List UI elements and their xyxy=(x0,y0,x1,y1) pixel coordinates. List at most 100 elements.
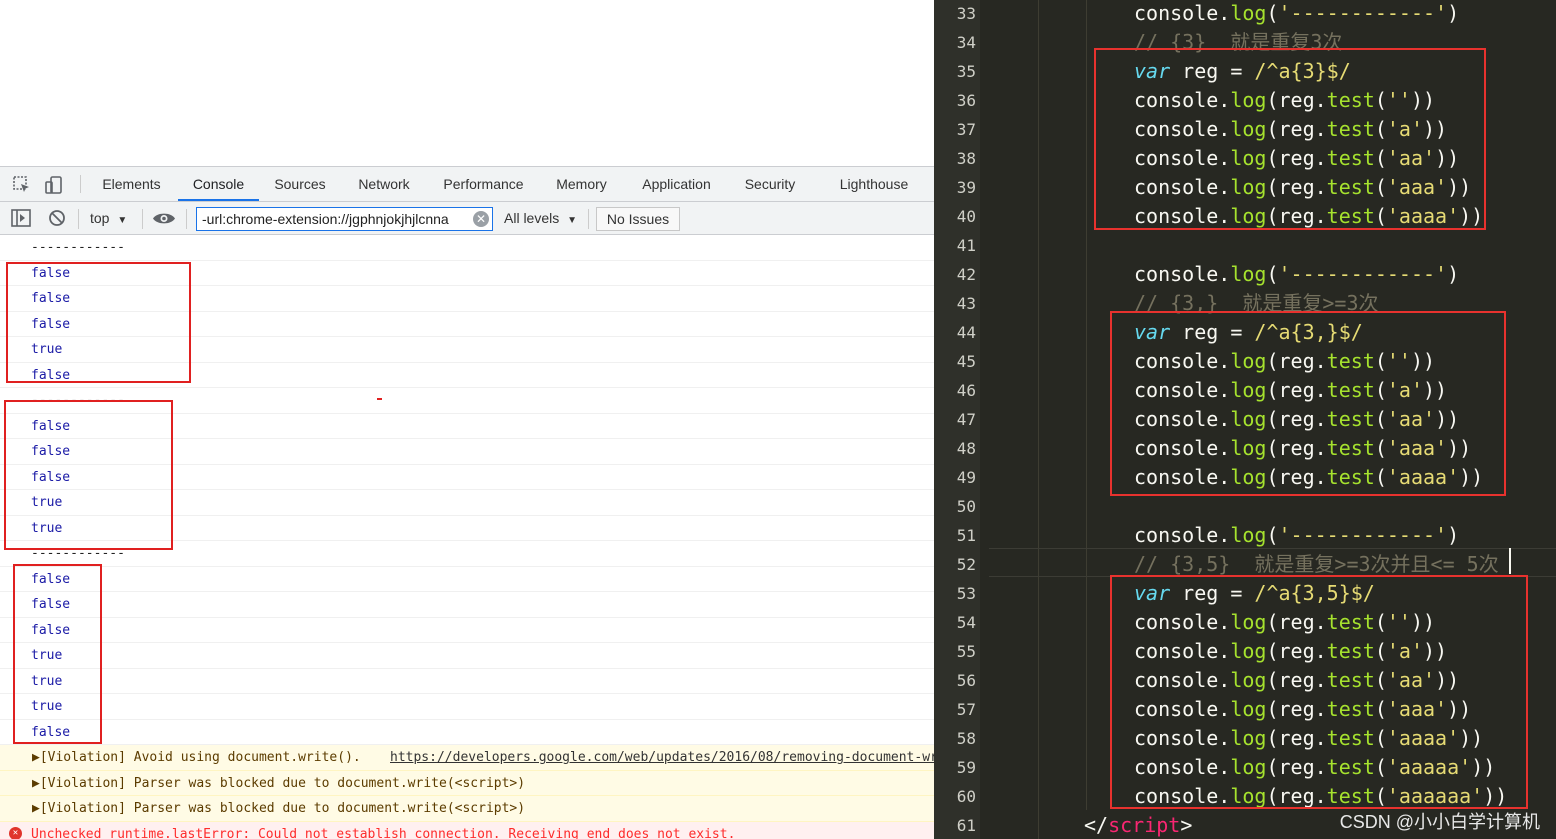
code-line[interactable]: // {3,} 就是重复>=3次 xyxy=(1134,289,1379,318)
code-line[interactable]: console.log('------------') xyxy=(1134,0,1459,28)
line-number: 58 xyxy=(956,729,976,748)
console-filter-bar: top ▼ -url:chrome-extension://jgphnjokjh… xyxy=(0,202,934,235)
show-sidebar-icon[interactable] xyxy=(11,209,31,227)
violation-link[interactable]: https://developers.google.com/web/update… xyxy=(390,745,934,770)
violation-text: ▶[Violation] Avoid using document.write(… xyxy=(32,750,361,765)
code-line[interactable]: console.log(reg.test('aa')) xyxy=(1134,144,1459,173)
console-log-row: true xyxy=(0,694,934,720)
line-number: 59 xyxy=(956,758,976,777)
toolbar-divider xyxy=(186,209,187,229)
console-row-text: false xyxy=(31,469,71,485)
context-select[interactable]: top ▼ xyxy=(90,202,127,234)
clear-filter-icon[interactable]: ✕ xyxy=(473,211,489,227)
line-number: 55 xyxy=(956,642,976,661)
code-line[interactable]: console.log(reg.test('aa')) xyxy=(1134,666,1459,695)
line-number: 41 xyxy=(956,236,976,255)
tab-console[interactable]: Console xyxy=(178,167,259,201)
tab-network[interactable]: Network xyxy=(348,167,420,201)
line-number: 52 xyxy=(956,555,976,574)
line-number: 34 xyxy=(956,33,976,52)
devtools-tab-bar: Elements Console Sources Network Performance… xyxy=(0,166,934,202)
tab-performance[interactable]: Performance xyxy=(433,167,534,201)
issues-button[interactable]: No Issues xyxy=(596,207,680,231)
console-log-row: true xyxy=(0,490,934,516)
line-number: 57 xyxy=(956,700,976,719)
indent-guide xyxy=(1086,0,1087,810)
tab-sources[interactable]: Sources xyxy=(264,167,336,201)
console-log-row: false xyxy=(0,439,934,465)
code-line[interactable]: console.log(reg.test('')) xyxy=(1134,347,1435,376)
tab-memory[interactable]: Memory xyxy=(545,167,618,201)
code-line[interactable]: console.log(reg.test('aaa')) xyxy=(1134,173,1471,202)
line-number: 38 xyxy=(956,149,976,168)
code-line[interactable]: console.log(reg.test('aaaa')) xyxy=(1134,463,1483,492)
device-toolbar-icon[interactable] xyxy=(44,175,64,195)
code-line[interactable]: </script> xyxy=(1084,811,1192,839)
console-row-text: false xyxy=(31,418,71,434)
console-separator-row: ------------ xyxy=(0,388,934,414)
code-line[interactable]: console.log(reg.test('a')) xyxy=(1134,637,1447,666)
console-violation-row[interactable]: ▶[Violation] Avoid using document.write(… xyxy=(0,745,934,771)
code-line[interactable]: console.log('------------') xyxy=(1134,521,1459,550)
line-number: 37 xyxy=(956,120,976,139)
console-row-text: false xyxy=(31,622,71,638)
line-number: 39 xyxy=(956,178,976,197)
code-line[interactable]: console.log(reg.test('')) xyxy=(1134,86,1435,115)
console-violation-row[interactable]: ▶[Violation] Parser was blocked due to d… xyxy=(0,770,934,796)
line-number: 35 xyxy=(956,62,976,81)
console-row-text: false xyxy=(31,571,71,587)
console-row-text: false xyxy=(31,291,71,306)
error-text: Unchecked runtime.lastError: Could not e… xyxy=(31,826,736,839)
console-log-row: false xyxy=(0,618,934,643)
browser-devtools: Elements Console Sources Network Performance… xyxy=(0,0,934,839)
page-viewport xyxy=(0,0,934,166)
console-error-row: ✕ Unchecked runtime.lastError: Could not … xyxy=(0,821,934,839)
tab-security[interactable]: Security xyxy=(735,167,805,201)
console-log-row: false xyxy=(0,720,934,745)
console-row-text: false xyxy=(31,597,71,612)
line-number: 49 xyxy=(956,468,976,487)
code-editor: 33 34 35 36 37 38 39 40 41 42 43 44 45 46 47 48 49 50 51 52… xyxy=(934,0,1556,839)
code-line[interactable]: console.log(reg.test('a')) xyxy=(1134,376,1447,405)
code-line[interactable]: console.log(reg.test('aaa')) xyxy=(1134,695,1471,724)
console-row-text: false xyxy=(31,265,71,281)
code-line[interactable]: console.log(reg.test('aaaa')) xyxy=(1134,724,1483,753)
code-line[interactable]: console.log(reg.test('aaaaa')) xyxy=(1134,753,1495,782)
console-log-row: true xyxy=(0,643,934,669)
code-line[interactable]: var reg = /^a{3,}$/ xyxy=(1134,318,1363,347)
line-number: 36 xyxy=(956,91,976,110)
code-line[interactable]: var reg = /^a{3}$/ xyxy=(1134,57,1351,86)
code-line[interactable]: console.log(reg.test('aaaaaa')) xyxy=(1134,782,1507,811)
tab-lighthouse[interactable]: Lighthouse xyxy=(827,167,921,201)
code-line[interactable]: console.log(reg.test('a')) xyxy=(1134,115,1447,144)
live-expression-eye-icon[interactable] xyxy=(152,211,176,226)
console-row-text: ------------ xyxy=(31,393,125,408)
log-levels-select[interactable]: All levels ▼ xyxy=(504,202,577,234)
code-line[interactable]: console.log(reg.test('aaa')) xyxy=(1134,434,1471,463)
inspect-element-icon[interactable] xyxy=(12,175,32,195)
console-log-row: false xyxy=(0,465,934,490)
console-violation-row[interactable]: ▶[Violation] Parser was blocked due to d… xyxy=(0,796,934,822)
annotation-mark xyxy=(377,398,382,400)
code-line[interactable]: var reg = /^a{3,5}$/ xyxy=(1134,579,1375,608)
tab-application[interactable]: Application xyxy=(630,167,723,201)
line-number: 61 xyxy=(956,816,976,835)
code-line[interactable]: console.log('------------') xyxy=(1134,260,1459,289)
violation-text: ▶[Violation] Parser was blocked due to d… xyxy=(32,801,526,816)
code-line[interactable]: console.log(reg.test('aaaa')) xyxy=(1134,202,1483,231)
code-line[interactable]: console.log(reg.test('')) xyxy=(1134,608,1435,637)
line-number: 56 xyxy=(956,671,976,690)
text-cursor xyxy=(1509,548,1511,574)
line-number: 60 xyxy=(956,787,976,806)
code-line[interactable]: // {3} 就是重复3次 xyxy=(1134,28,1342,57)
console-filter-input[interactable]: -url:chrome-extension://jgphnjokjhjlcnna… xyxy=(196,207,493,231)
code-line[interactable]: // {3,5} 就是重复>=3次并且<= 5次 xyxy=(1134,550,1499,579)
console-row-text: true xyxy=(31,648,63,663)
console-log-row: false xyxy=(0,312,934,337)
console-separator-row: ------------ xyxy=(0,235,934,261)
code-line[interactable]: console.log(reg.test('aa')) xyxy=(1134,405,1459,434)
clear-console-icon[interactable] xyxy=(48,209,66,227)
console-log-row: true xyxy=(0,669,934,694)
line-number: 33 xyxy=(956,4,976,23)
tab-elements[interactable]: Elements xyxy=(95,167,168,201)
